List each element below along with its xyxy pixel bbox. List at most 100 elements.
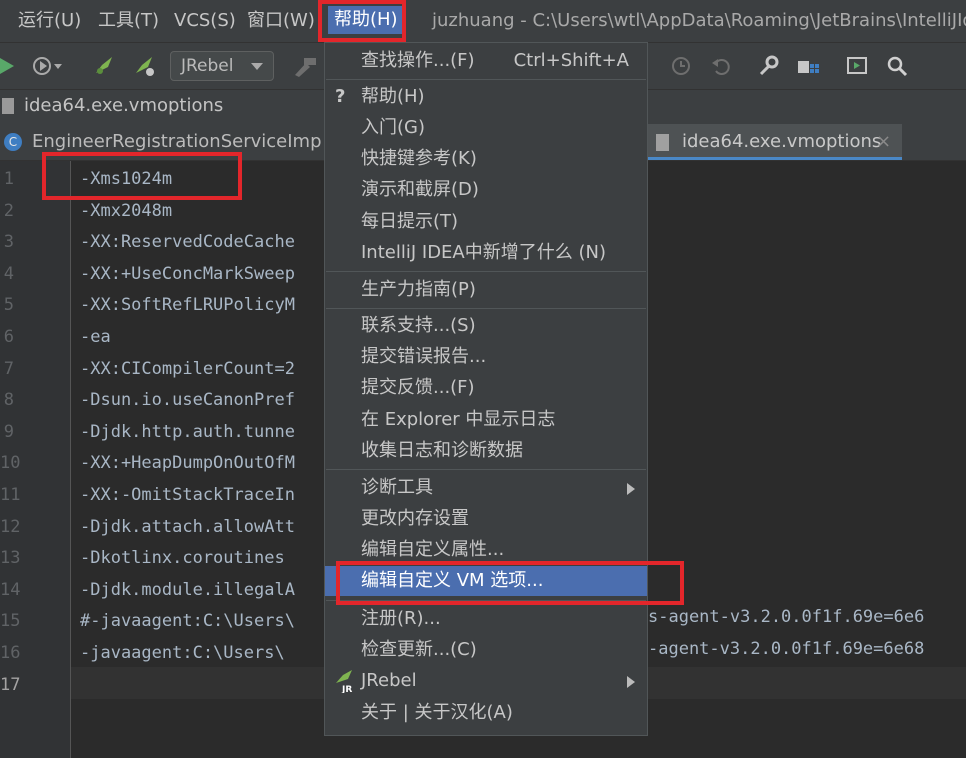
menu-item-label: 帮助(H) bbox=[361, 86, 425, 107]
line-number: 7 bbox=[3, 358, 14, 379]
menu-item-check-updates[interactable]: 检查更新...(C) bbox=[325, 635, 647, 665]
menu-item-register[interactable]: 注册(R)... bbox=[325, 604, 647, 634]
run-coverage-icon[interactable] bbox=[32, 55, 62, 77]
menu-item-label: 生产力指南(P) bbox=[361, 279, 476, 300]
highlight-box-xms bbox=[42, 152, 242, 200]
code-line: -Dkotlinx.coroutines bbox=[80, 548, 285, 569]
menu-item-submit-feedback[interactable]: 提交反馈...(F) bbox=[325, 373, 647, 403]
code-line: -XX:ReservedCodeCache bbox=[80, 232, 295, 253]
menu-item-diagnostic-tools[interactable]: 诊断工具 bbox=[325, 473, 647, 503]
menu-item-label: JRebel bbox=[361, 670, 417, 691]
menu-item-about[interactable]: 关于 | 关于汉化(A) bbox=[325, 698, 647, 728]
hammer-icon[interactable] bbox=[292, 55, 320, 77]
submenu-arrow-icon bbox=[627, 676, 635, 688]
code-line: -Djdk.http.auth.tunne bbox=[80, 421, 295, 442]
help-icon: ? bbox=[335, 86, 346, 107]
code-line: -Djdk.module.illegalA bbox=[80, 579, 295, 600]
close-icon[interactable]: × bbox=[876, 124, 891, 160]
menu-item-label: 入门(G) bbox=[361, 117, 425, 138]
menu-item-label: 注册(R)... bbox=[361, 608, 441, 629]
main-menubar: 运行(U) 工具(T) VCS(S) 窗口(W) 帮助(H) juzhuang … bbox=[0, 0, 966, 42]
line-number: 17 bbox=[0, 674, 21, 695]
menu-item-tip-of-day[interactable]: 每日提示(T) bbox=[325, 207, 647, 237]
submenu-arrow-icon bbox=[627, 483, 635, 495]
menu-item-demos[interactable]: 演示和截屏(D) bbox=[325, 175, 647, 205]
code-line-15-tail: s-agent-v3.2.0.0f1f.69e=6e6 bbox=[648, 607, 925, 627]
line-number: 16 bbox=[0, 643, 21, 663]
jrebel-run-icon[interactable] bbox=[92, 55, 118, 77]
menu-item-change-memory[interactable]: 更改内存设置 bbox=[325, 504, 647, 534]
breadcrumb-file[interactable]: idea64.exe.vmoptions bbox=[24, 94, 223, 118]
menu-separator bbox=[326, 469, 646, 470]
menu-item-label: 关于 | 关于汉化(A) bbox=[361, 702, 513, 723]
chevron-down-icon bbox=[251, 63, 263, 70]
code-line: -XX:-OmitStackTraceIn bbox=[80, 485, 295, 505]
tab-vmoptions[interactable]: idea64.exe.vmoptions × bbox=[648, 124, 902, 160]
menu-item-label: 查找操作...(F) bbox=[361, 50, 475, 71]
code-line: -javaagent:C:\Users\ bbox=[80, 643, 285, 663]
menu-separator bbox=[326, 308, 646, 309]
menu-separator bbox=[326, 79, 646, 80]
code-line: -XX:CICompilerCount=2 bbox=[80, 358, 295, 379]
wrench-icon[interactable] bbox=[757, 55, 779, 77]
jrebel-debug-icon[interactable] bbox=[132, 55, 158, 77]
code-line: -XX:+HeapDumpOnOutOfM bbox=[80, 453, 295, 474]
line-number: 5 bbox=[3, 295, 14, 316]
menu-item-label: 检查更新...(C) bbox=[361, 639, 477, 660]
menu-item-contact-support[interactable]: 联系支持...(S) bbox=[325, 311, 647, 341]
line-number: 12 bbox=[0, 516, 21, 537]
line-number: 10 bbox=[0, 453, 21, 474]
file-icon bbox=[656, 134, 669, 151]
code-line: -XX:SoftRefLRUPolicyM bbox=[80, 295, 295, 316]
code-visible-left: -Xms1024m -Xmx2048m -XX:ReservedCodeCache -… bbox=[80, 161, 326, 758]
line-number: 4 bbox=[3, 263, 14, 284]
menu-item-collect-logs[interactable]: 收集日志和诊断数据 bbox=[325, 436, 647, 466]
menu-tools[interactable]: 工具(T) bbox=[98, 8, 159, 34]
menu-separator bbox=[326, 271, 646, 272]
menu-item-label: 联系支持...(S) bbox=[361, 315, 476, 336]
menu-item-whats-new[interactable]: IntelliJ IDEA中新增了什么 (N) bbox=[325, 238, 647, 268]
menu-item-jrebel[interactable]: JR JRebel bbox=[325, 666, 647, 696]
history-icon[interactable] bbox=[670, 55, 692, 77]
presentation-icon[interactable] bbox=[846, 55, 868, 77]
highlight-box-help-menu bbox=[318, 0, 406, 42]
menu-item-label: 在 Explorer 中显示日志 bbox=[361, 409, 556, 430]
jrebel-icon: JR bbox=[336, 670, 352, 693]
menu-item-getting-started[interactable]: 入门(G) bbox=[325, 113, 647, 143]
file-icon bbox=[2, 98, 14, 114]
search-icon[interactable] bbox=[886, 55, 908, 77]
code-line: -Xmx2048m bbox=[80, 200, 173, 221]
menu-item-label: 更改内存设置 bbox=[361, 508, 469, 529]
run-icon[interactable] bbox=[0, 55, 18, 77]
menu-item-label: 诊断工具 bbox=[361, 477, 433, 498]
code-line: -XX:+UseConcMarkSweep bbox=[80, 263, 295, 284]
menu-item-label: 收集日志和诊断数据 bbox=[361, 440, 523, 461]
jrebel-icon-text: JR bbox=[341, 685, 352, 693]
menu-item-find-action[interactable]: 查找操作...(F) Ctrl+Shift+A bbox=[325, 46, 647, 76]
menu-item-label: 提交错误报告... bbox=[361, 346, 487, 367]
line-number: 6 bbox=[3, 327, 14, 347]
menu-item-show-log[interactable]: 在 Explorer 中显示日志 bbox=[325, 405, 647, 435]
jrebel-config-combo[interactable]: JRebel bbox=[170, 51, 274, 81]
line-number: 15 bbox=[0, 611, 21, 632]
project-structure-icon[interactable] bbox=[796, 55, 820, 77]
line-number: 14 bbox=[0, 579, 21, 600]
menu-item-shortcut: Ctrl+Shift+A bbox=[513, 50, 629, 71]
revert-icon[interactable] bbox=[710, 55, 732, 77]
menu-item-label: 演示和截屏(D) bbox=[361, 179, 479, 200]
tab-label: idea64.exe.vmoptions bbox=[682, 131, 882, 152]
menu-item-help[interactable]: ? 帮助(H) bbox=[325, 82, 647, 112]
menu-vcs[interactable]: VCS(S) bbox=[174, 8, 236, 34]
menu-item-keymap-reference[interactable]: 快捷键参考(K) bbox=[325, 144, 647, 174]
code-line: -ea bbox=[80, 327, 111, 347]
menu-item-label: 快捷键参考(K) bbox=[361, 148, 477, 169]
line-number: 2 bbox=[3, 200, 14, 221]
menu-run[interactable]: 运行(U) bbox=[18, 8, 81, 34]
line-number: 8 bbox=[3, 390, 14, 411]
line-number: 11 bbox=[0, 485, 21, 505]
jrebel-combo-label: JRebel bbox=[181, 56, 234, 76]
line-number: 3 bbox=[3, 232, 14, 253]
menu-item-submit-bug[interactable]: 提交错误报告... bbox=[325, 342, 647, 372]
menu-window[interactable]: 窗口(W) bbox=[247, 8, 315, 34]
menu-item-productivity[interactable]: 生产力指南(P) bbox=[325, 275, 647, 305]
